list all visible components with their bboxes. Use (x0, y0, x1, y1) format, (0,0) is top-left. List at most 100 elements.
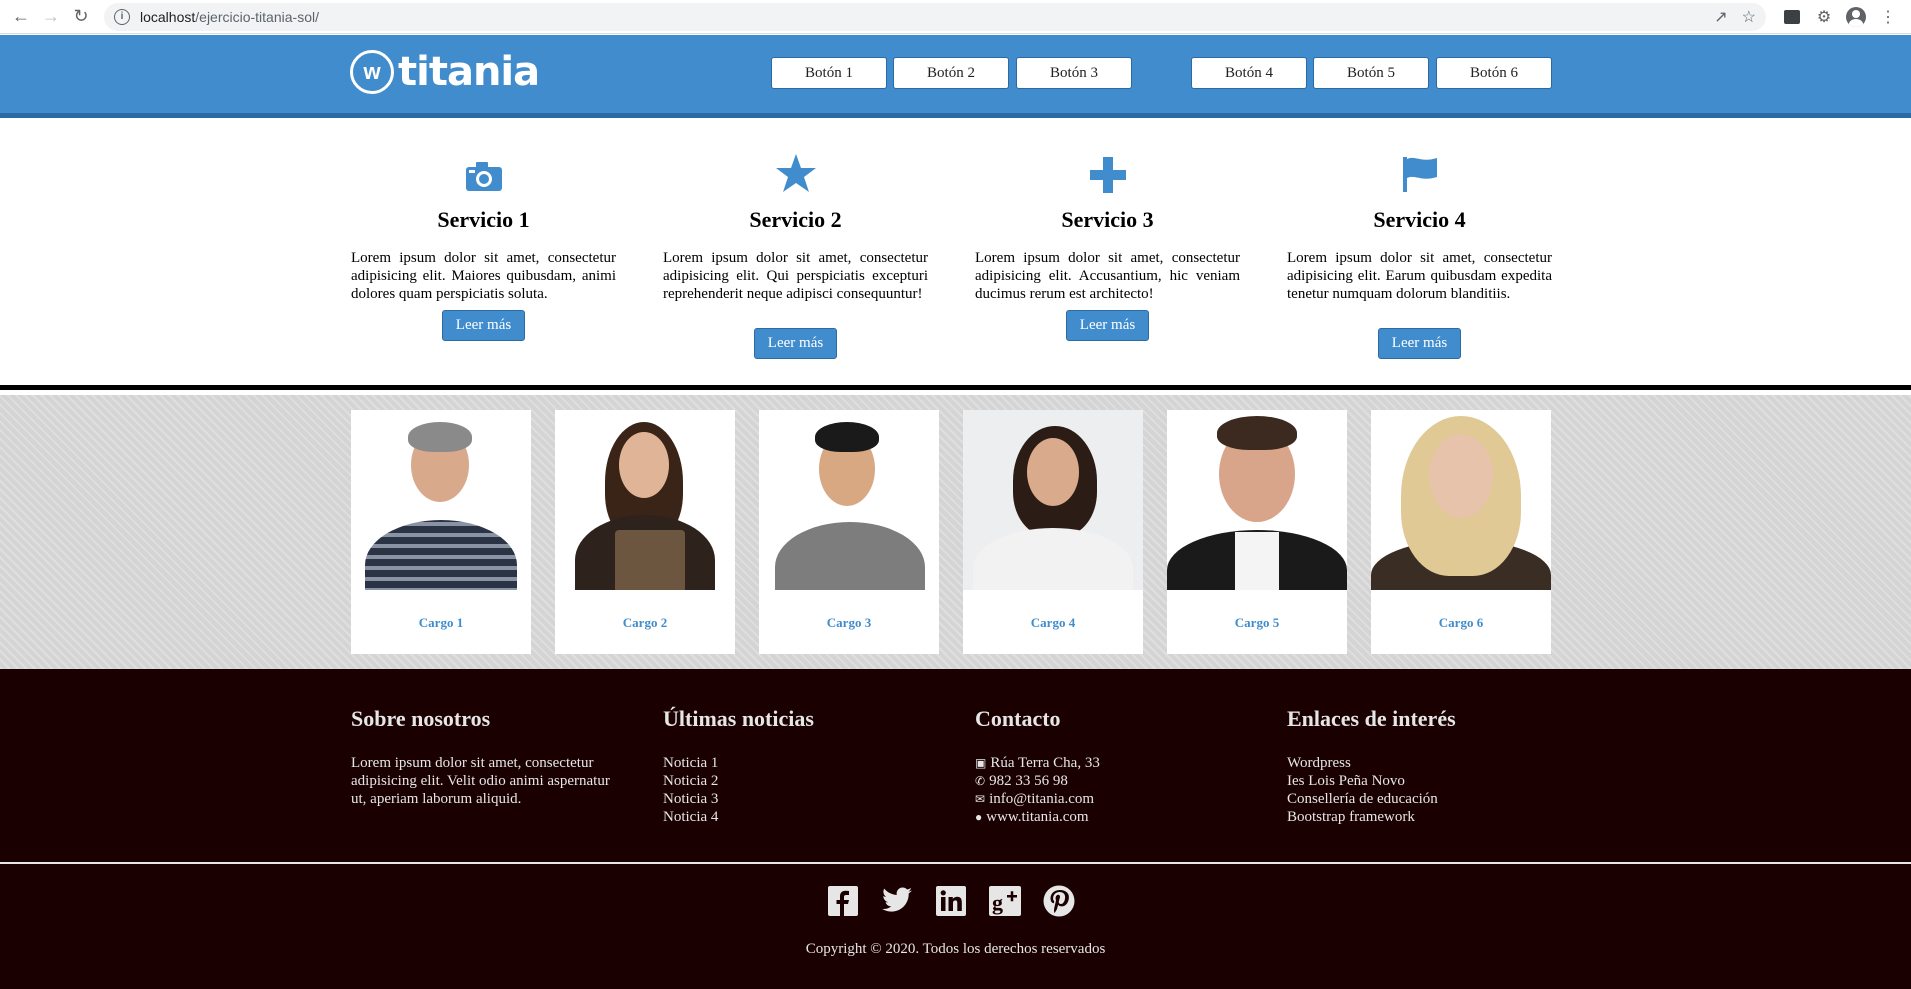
phone-icon: ✆ (975, 774, 986, 788)
flag-icon (1287, 123, 1552, 197)
header-button-4[interactable]: Botón 4 (1191, 57, 1307, 89)
contact-phone-text: 982 33 56 98 (989, 773, 1068, 789)
news-link[interactable]: Noticia 1 (663, 754, 933, 772)
header-button-5[interactable]: Botón 5 (1313, 57, 1429, 89)
logo-text: titania (398, 49, 540, 95)
logo[interactable]: w titania (350, 49, 540, 95)
service-3: Servicio 3 Lorem ipsum dolor sit amet, c… (975, 123, 1240, 341)
browser-toolbar: ← → ↻ i localhost/ejercicio-titania-sol/… (0, 0, 1911, 34)
header-button-3[interactable]: Botón 3 (1016, 57, 1132, 89)
contact-web[interactable]: ● www.titania.com (975, 808, 1245, 826)
plus-icon (975, 123, 1240, 197)
site-footer: Sobre nosotros Lorem ipsum dolor sit ame… (0, 669, 1911, 989)
address-card-icon: ▣ (975, 756, 987, 770)
googleplus-icon[interactable]: g (988, 884, 1021, 917)
service-text: Lorem ipsum dolor sit amet, consectetur … (663, 250, 928, 302)
team-cargo[interactable]: Cargo 5 (1167, 615, 1347, 631)
logo-mark-icon: w (350, 50, 394, 94)
profile-icon[interactable] (1840, 3, 1872, 31)
team-card[interactable]: Cargo 2 (555, 410, 735, 654)
extension-icon[interactable] (1776, 3, 1808, 31)
read-more-button[interactable]: Leer más (753, 328, 838, 359)
footer-links: Enlaces de interés Wordpress Ies Lois Pe… (1287, 706, 1557, 826)
back-icon[interactable]: ← (6, 2, 36, 32)
team-photo (555, 410, 735, 590)
footer-contact-title: Contacto (975, 706, 1061, 731)
service-title: Servicio 4 (1373, 207, 1466, 232)
header-button-6[interactable]: Botón 6 (1436, 57, 1552, 89)
team-section: Cargo 1 Cargo 2 Cargo 3 Cargo 4 Cargo 5 … (0, 395, 1911, 669)
url-host: localhost (140, 8, 196, 25)
read-more-button[interactable]: Leer más (441, 310, 526, 341)
read-more-button[interactable]: Leer más (1377, 328, 1462, 359)
footer-link[interactable]: Consellería de educación (1287, 790, 1557, 808)
news-link[interactable]: Noticia 4 (663, 808, 933, 826)
news-link[interactable]: Noticia 3 (663, 790, 933, 808)
contact-address-text: Rúa Terra Cha, 33 (990, 755, 1100, 771)
footer-about-title: Sobre nosotros (351, 706, 491, 731)
team-cargo[interactable]: Cargo 4 (963, 615, 1143, 631)
linkedin-icon[interactable] (934, 884, 967, 917)
site-header: w titania Botón 1 Botón 2 Botón 3 Botón … (0, 35, 1911, 118)
service-text: Lorem ipsum dolor sit amet, consectetur … (975, 250, 1240, 302)
team-card[interactable]: Cargo 1 (351, 410, 531, 654)
globe-icon: ● (975, 810, 983, 824)
forward-icon[interactable]: → (36, 2, 66, 32)
footer-about-text: Lorem ipsum dolor sit amet, consectetur … (351, 755, 610, 807)
info-icon[interactable]: i (114, 8, 130, 25)
bookmark-star-icon[interactable]: ☆ (1742, 7, 1756, 27)
contact-email-text[interactable]: info@titania.com (989, 791, 1094, 807)
facebook-icon[interactable] (826, 884, 859, 917)
news-link[interactable]: Noticia 2 (663, 772, 933, 790)
team-cargo[interactable]: Cargo 2 (555, 615, 735, 631)
team-photo (963, 410, 1143, 590)
team-card[interactable]: Cargo 3 (759, 410, 939, 654)
services-section: Servicio 1 Lorem ipsum dolor sit amet, c… (0, 123, 1911, 390)
copyright: Copyright © 2020. Todos los derechos res… (805, 941, 1106, 957)
service-text: Lorem ipsum dolor sit amet, consectetur … (1287, 250, 1552, 302)
star-icon (663, 123, 928, 197)
team-photo (1167, 410, 1347, 590)
menu-kebab-icon[interactable]: ⋮ (1872, 3, 1904, 31)
service-title: Servicio 3 (1061, 207, 1154, 232)
contact-phone: ✆ 982 33 56 98 (975, 772, 1245, 790)
footer-divider (0, 862, 1911, 864)
team-cargo[interactable]: Cargo 1 (351, 615, 531, 631)
address-bar[interactable]: i localhost/ejercicio-titania-sol/ ↗ ☆ (104, 2, 1766, 31)
team-card[interactable]: Cargo 5 (1167, 410, 1347, 654)
footer-link[interactable]: Wordpress (1287, 754, 1557, 772)
service-title: Servicio 2 (749, 207, 842, 232)
contact-web-text[interactable]: www.titania.com (986, 809, 1088, 825)
contact-address: ▣ Rúa Terra Cha, 33 (975, 754, 1245, 772)
team-cargo[interactable]: Cargo 3 (759, 615, 939, 631)
social-links: g (826, 884, 1096, 917)
team-card[interactable]: Cargo 4 (963, 410, 1143, 654)
share-icon[interactable]: ↗ (1714, 7, 1727, 27)
footer-news-title: Últimas noticias (663, 706, 814, 731)
service-title: Servicio 1 (437, 207, 530, 232)
service-text: Lorem ipsum dolor sit amet, consectetur … (351, 250, 616, 302)
twitter-icon[interactable] (880, 884, 913, 917)
header-button-2[interactable]: Botón 2 (893, 57, 1009, 89)
footer-news: Últimas noticias Noticia 1 Noticia 2 Not… (663, 706, 933, 826)
contact-email[interactable]: ✉ info@titania.com (975, 790, 1245, 808)
puzzle-icon[interactable]: ⚙ (1808, 3, 1840, 31)
envelope-icon: ✉ (975, 792, 986, 806)
service-4: Servicio 4 Lorem ipsum dolor sit amet, c… (1287, 123, 1552, 359)
header-button-1[interactable]: Botón 1 (771, 57, 887, 89)
team-photo (351, 410, 531, 590)
team-photo (1371, 410, 1551, 590)
reload-icon[interactable]: ↻ (66, 2, 96, 32)
read-more-button[interactable]: Leer más (1065, 310, 1150, 341)
footer-link[interactable]: Bootstrap framework (1287, 808, 1557, 826)
team-cargo[interactable]: Cargo 6 (1371, 615, 1551, 631)
camera-icon (351, 123, 616, 197)
pinterest-icon[interactable] (1042, 884, 1075, 917)
team-card[interactable]: Cargo 6 (1371, 410, 1551, 654)
url-path: /ejercicio-titania-sol/ (195, 8, 319, 25)
footer-contact: Contacto ▣ Rúa Terra Cha, 33 ✆ 982 33 56 9… (975, 706, 1245, 826)
footer-link[interactable]: Ies Lois Peña Novo (1287, 772, 1557, 790)
team-photo (759, 410, 939, 590)
footer-about: Sobre nosotros Lorem ipsum dolor sit ame… (351, 706, 621, 808)
service-1: Servicio 1 Lorem ipsum dolor sit amet, c… (351, 123, 616, 341)
